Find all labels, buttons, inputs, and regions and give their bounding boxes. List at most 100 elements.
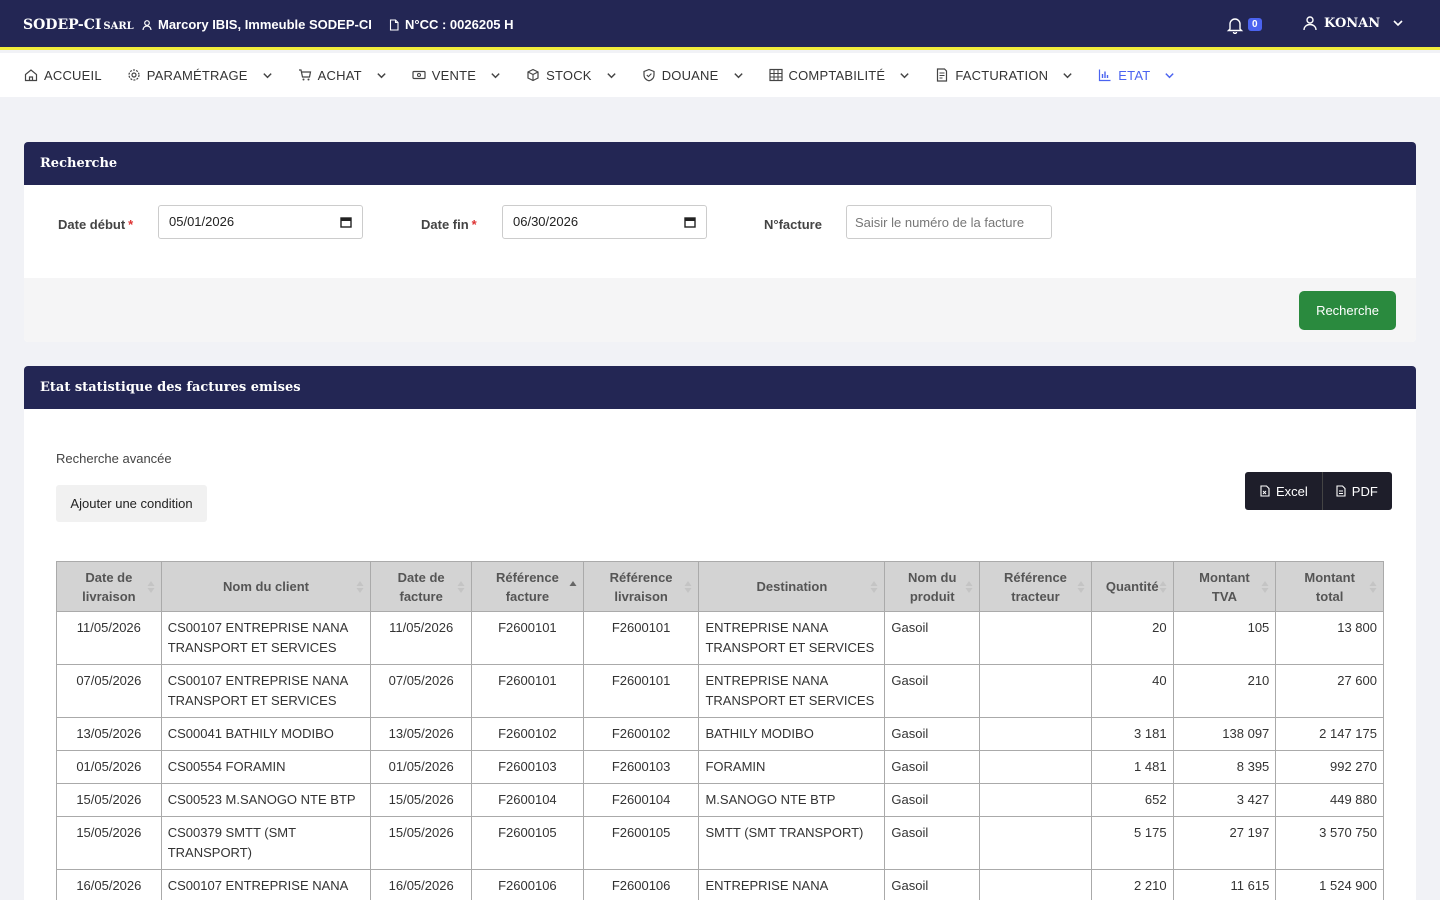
nav-item-etat[interactable]: ETAT xyxy=(1098,68,1175,83)
cell-destination-text: ENTREPRISE NANA xyxy=(705,620,829,635)
cell-quantite-text: 40 xyxy=(1152,673,1167,688)
column-header[interactable]: Montant TVA xyxy=(1172,561,1277,612)
cell-destination: SMTT (SMT TRANSPORT) xyxy=(698,816,886,870)
column-header-label: produit xyxy=(909,588,955,604)
column-header[interactable]: Montant total xyxy=(1275,561,1384,612)
cell-quantite: 2 210 xyxy=(1090,869,1174,900)
table-row[interactable]: 15/05/2026 CS00379 SMTT (SMT TRANSPORT) 15/… xyxy=(56,816,1384,870)
cell-total-text: 449 880 xyxy=(1330,792,1377,807)
calendar-icon[interactable] xyxy=(340,216,352,228)
table-row[interactable]: 15/05/2026 CS00523 M.SANOGO NTE BTP 15/05/… xyxy=(56,783,1384,817)
table-row[interactable]: 16/05/2026 CS00107 ENTREPRISE NANATRANSPO… xyxy=(56,869,1384,900)
column-header-label: Destination xyxy=(756,579,828,594)
date-debut-value: 05/01/2026 xyxy=(169,214,235,229)
calendar-icon[interactable] xyxy=(684,216,696,228)
cell-quantite: 5 175 xyxy=(1090,816,1174,870)
cell-ref-facture-text: F2600103 xyxy=(498,759,557,774)
sort-icon xyxy=(1369,580,1377,593)
column-header[interactable]: Nom du client xyxy=(160,561,372,612)
column-header-label: Date de xyxy=(85,569,133,585)
nav-label: COMPTABILITÉ xyxy=(788,67,886,83)
cell-quantite-text: 652 xyxy=(1144,792,1167,807)
cell-quantite-text: 5 175 xyxy=(1134,825,1167,840)
nav-item-facturation[interactable]: FACTURATION xyxy=(935,68,1073,83)
cell-ref-livraison-text: F2600104 xyxy=(611,792,671,807)
cell-quantite-text: 2 210 xyxy=(1134,878,1167,893)
report-card-title: Etat statistique des factures emises xyxy=(24,366,1416,409)
nav-label: FACTURATION xyxy=(955,67,1049,83)
nav-item-accueil[interactable]: ACCUEIL xyxy=(24,68,102,83)
column-header[interactable]: Destination xyxy=(698,561,886,612)
cell-date-livraison: 15/05/2026 xyxy=(56,816,162,870)
user-menu[interactable]: KONAN xyxy=(1302,15,1404,31)
cell-produit-text: Gasoil xyxy=(891,673,929,688)
date-fin-input[interactable]: 06/30/2026 xyxy=(502,205,707,239)
column-header-label: Quantité xyxy=(1105,579,1159,594)
nav-item-douane[interactable]: DOUANE xyxy=(642,68,744,83)
cell-date-livraison: 13/05/2026 xyxy=(56,717,162,751)
table-row[interactable]: 01/05/2026 CS00554 FORAMIN 01/05/2026 F2600… xyxy=(56,750,1384,784)
cell-client: CS00554 FORAMIN xyxy=(160,750,372,784)
table-row[interactable]: 13/05/2026 CS00041 BATHILY MODIBO 13/05/20… xyxy=(56,717,1384,751)
document-icon xyxy=(389,18,399,31)
nav-item-parametrage[interactable]: PARAMÉTRAGE xyxy=(127,68,273,83)
table-row[interactable]: 07/05/2026 CS00107 ENTREPRISE NANA TRANSPO… xyxy=(56,664,1384,718)
cell-quantite-text: 1 481 xyxy=(1134,759,1167,774)
cell-tva: 27 197 xyxy=(1172,816,1277,870)
column-header[interactable]: Date de facture xyxy=(370,561,473,612)
notification-badge[interactable]: 0 xyxy=(1248,18,1262,31)
cell-tracteur xyxy=(979,717,1092,751)
column-header-label: Référence xyxy=(1004,569,1067,585)
nav-item-stock[interactable]: STOCK xyxy=(526,68,617,83)
cell-date-livraison: 07/05/2026 xyxy=(56,664,162,718)
column-header[interactable]: Référence tracteur xyxy=(979,561,1092,612)
cell-quantite: 652 xyxy=(1090,783,1174,817)
cell-quantite: 3 181 xyxy=(1090,717,1174,751)
table-row[interactable]: 11/05/2026 CS00107 ENTREPRISE NANA TRANSPO… xyxy=(56,611,1384,665)
cell-date-facture-text: 15/05/2026 xyxy=(388,792,454,807)
cell-destination-text: BATHILY MODIBO xyxy=(705,726,814,741)
search-button[interactable]: Recherche xyxy=(1299,291,1396,330)
cell-total-text: 2 147 175 xyxy=(1319,726,1377,741)
cell-ref-facture-text: F2600102 xyxy=(498,726,557,741)
date-fin-value: 06/30/2026 xyxy=(513,214,579,229)
add-condition-button[interactable]: Ajouter une condition xyxy=(56,485,207,522)
column-header[interactable]: Date de livraison xyxy=(56,561,162,612)
nav-item-comptabilite[interactable]: COMPTABILITÉ xyxy=(768,67,911,83)
cell-ref-livraison: F2600104 xyxy=(582,783,700,817)
sort-icon xyxy=(684,580,692,593)
cell-client-text: CS00041 BATHILY MODIBO xyxy=(167,726,334,741)
cell-produit-text: Gasoil xyxy=(891,825,929,840)
cell-produit: Gasoil xyxy=(884,611,981,665)
nav-label: ETAT xyxy=(1118,67,1151,83)
bell-icon[interactable] xyxy=(1226,16,1244,34)
nav-item-vente[interactable]: VENTE xyxy=(412,68,501,83)
date-debut-label: Date début * xyxy=(58,217,133,232)
chevron-down-icon xyxy=(1063,72,1072,78)
cell-destination: M.SANOGO NTE BTP xyxy=(698,783,886,817)
required-mark: * xyxy=(128,217,134,232)
nav-item-achat[interactable]: ACHAT xyxy=(298,68,387,83)
column-header-label: Référence xyxy=(495,569,559,585)
cell-date-livraison-text: 15/05/2026 xyxy=(76,825,142,840)
column-header[interactable]: Référence facture xyxy=(471,561,584,612)
sort-icon xyxy=(457,580,465,593)
column-header[interactable]: Quantité xyxy=(1090,561,1174,612)
excel-button[interactable]: Excel xyxy=(1245,472,1322,510)
column-header[interactable]: Référence livraison xyxy=(582,561,700,612)
cell-date-facture: 15/05/2026 xyxy=(370,783,473,817)
cell-produit: Gasoil xyxy=(884,869,981,900)
pdf-button[interactable]: PDF xyxy=(1321,472,1392,510)
cell-ref-facture-text: F2600105 xyxy=(498,825,557,840)
cell-date-facture-text: 16/05/2026 xyxy=(388,878,454,893)
column-header-label: facture xyxy=(505,588,550,604)
date-fin-label: Date fin * xyxy=(421,217,477,232)
cell-date-livraison: 11/05/2026 xyxy=(56,611,162,665)
date-debut-input[interactable]: 05/01/2026 xyxy=(158,205,363,239)
column-header[interactable]: Nom du produit xyxy=(884,561,981,612)
facture-input[interactable] xyxy=(846,205,1052,239)
chevron-down-icon xyxy=(1393,20,1403,27)
cell-client-text: CS00107 ENTREPRISE NANA xyxy=(167,673,349,688)
nav-label: ACHAT xyxy=(317,67,362,83)
column-header-label: Montant TVA xyxy=(1199,569,1250,604)
